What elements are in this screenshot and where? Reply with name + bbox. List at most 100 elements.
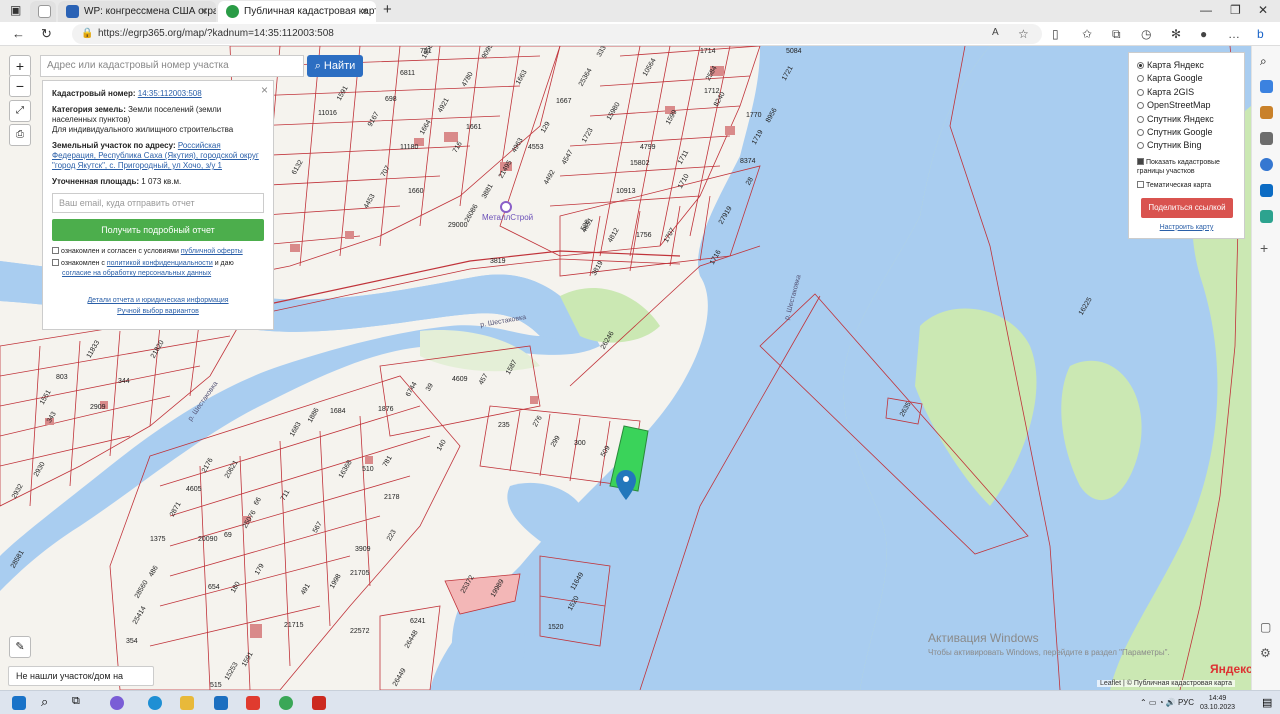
briefcase-icon[interactable] xyxy=(1260,106,1273,119)
plot-number-label[interactable]: 10913 xyxy=(616,188,635,195)
plot-number-label[interactable]: 15802 xyxy=(630,160,649,167)
plot-number-label[interactable]: 4609 xyxy=(452,376,468,383)
app-icon[interactable] xyxy=(110,696,124,710)
yandex-browser-icon[interactable] xyxy=(246,696,260,710)
share-link-button[interactable]: Поделиться ссылкой xyxy=(1141,197,1233,218)
zoom-out-button[interactable]: − xyxy=(9,75,31,97)
plot-number-label[interactable]: 8374 xyxy=(740,158,756,165)
get-report-button[interactable]: Получить подробный отчет xyxy=(52,219,264,241)
plot-number-label[interactable]: 1712 xyxy=(704,88,720,95)
plot-number-label[interactable]: 1660 xyxy=(408,188,424,195)
yandex-icon[interactable] xyxy=(312,696,326,710)
tag-icon[interactable] xyxy=(1260,80,1273,93)
plot-number-label[interactable]: 300 xyxy=(574,440,586,447)
radio-icon[interactable] xyxy=(1137,102,1144,110)
sidebar-layout-icon[interactable]: ▢ xyxy=(1260,620,1271,634)
plot-number-label[interactable]: 29000 xyxy=(448,222,467,229)
search-icon[interactable]: ⌕ xyxy=(1260,54,1267,69)
plot-number-label[interactable]: 1770 xyxy=(746,112,762,119)
plot-number-label[interactable]: 69 xyxy=(224,532,232,539)
plot-number-label[interactable]: 21715 xyxy=(284,622,303,629)
minimize-icon[interactable]: — xyxy=(1200,3,1212,17)
plot-number-label[interactable]: 1520 xyxy=(548,624,564,631)
tab-wp[interactable]: WP: конгрессмена США ограбі × xyxy=(58,1,216,22)
find-button[interactable]: ⌕ Найти xyxy=(307,55,363,77)
cadastral-map[interactable]: 751 9095 333 5084 10564 2584 1714 1721 1591 6811 4… xyxy=(0,46,1251,690)
plot-number-label[interactable]: 1667 xyxy=(556,98,572,105)
plot-number-label[interactable]: 1684 xyxy=(330,408,346,415)
chrome-icon[interactable] xyxy=(279,696,293,710)
layer-option[interactable]: Карта Яндекс xyxy=(1137,59,1236,72)
plot-number-label[interactable]: 2909 xyxy=(90,404,106,411)
refresh-icon[interactable]: ↻ xyxy=(41,26,52,42)
plot-number-label[interactable]: 654 xyxy=(208,584,220,591)
split-screen-icon[interactable]: ▯ xyxy=(1052,27,1059,41)
favorite-star-icon[interactable]: ☆ xyxy=(1018,27,1029,41)
poi-label[interactable]: МеталлСтрой xyxy=(482,213,533,222)
plot-number-label[interactable]: 20090 xyxy=(198,536,217,543)
thematic-checkbox[interactable] xyxy=(1137,180,1144,188)
system-tray[interactable]: ⌃ ▭ ◔ 🔊 РУС xyxy=(1140,698,1194,707)
radio-icon[interactable] xyxy=(1137,142,1144,150)
edge-icon[interactable] xyxy=(148,696,162,710)
add-icon[interactable]: + xyxy=(1260,240,1268,256)
new-tab-button[interactable]: + xyxy=(383,1,392,18)
edit-pencil-icon[interactable]: ✎ xyxy=(9,636,31,658)
back-icon[interactable]: ← xyxy=(12,26,25,41)
plot-number-label[interactable]: 354 xyxy=(126,638,138,645)
maximize-icon[interactable]: ❐ xyxy=(1230,3,1241,17)
plot-number-label[interactable]: 3819 xyxy=(490,258,506,265)
show-borders-checkbox[interactable] xyxy=(1137,157,1144,165)
notifications-icon[interactable]: ▤ xyxy=(1262,696,1272,709)
layer-option[interactable]: Спутник Яндекс xyxy=(1137,113,1236,126)
plot-number-label[interactable]: 22572 xyxy=(350,628,369,635)
windows-start-icon[interactable] xyxy=(12,696,26,710)
report-details-link[interactable]: Детали отчета и юридическая информация xyxy=(52,295,264,306)
tab-blank[interactable] xyxy=(30,1,56,22)
plot-number-label[interactable]: 6241 xyxy=(410,618,426,625)
plot-number-label[interactable]: 1661 xyxy=(466,124,482,131)
more-options-icon[interactable]: … xyxy=(1228,27,1240,41)
plot-number-label[interactable]: 3909 xyxy=(355,546,371,553)
layer-option[interactable]: Спутник Google xyxy=(1137,126,1236,139)
privacy-checkbox[interactable] xyxy=(52,259,59,266)
map-attribution[interactable]: Leaflet | © Публичная кадастровая карта xyxy=(1097,680,1235,687)
radio-icon[interactable] xyxy=(1137,75,1144,83)
plot-number-label[interactable]: 1756 xyxy=(636,232,652,239)
settings-icon[interactable]: ⚙ xyxy=(1260,646,1271,660)
language-indicator[interactable]: РУС xyxy=(1178,698,1194,707)
radio-icon[interactable] xyxy=(1137,88,1144,96)
plot-number-label[interactable]: 21705 xyxy=(350,570,369,577)
plot-number-label[interactable]: 510 xyxy=(362,466,374,473)
offer-link[interactable]: публичной оферты xyxy=(181,248,243,255)
file-explorer-icon[interactable] xyxy=(180,696,194,710)
plot-number-label[interactable]: 4799 xyxy=(640,144,656,151)
plot-number-label[interactable]: 1375 xyxy=(150,536,166,543)
layer-option[interactable]: Карта Google xyxy=(1137,72,1236,85)
history-icon[interactable]: ◷ xyxy=(1141,27,1151,41)
plot-number-label[interactable]: 235 xyxy=(498,422,510,429)
plot-number-label[interactable]: 2178 xyxy=(384,494,400,501)
bing-icon[interactable]: b xyxy=(1257,27,1264,41)
plot-number-label[interactable]: 4605 xyxy=(186,486,202,493)
close-tab-icon[interactable]: × xyxy=(201,1,208,22)
plot-number-label[interactable]: 344 xyxy=(118,378,130,385)
url-field[interactable]: 🔒 https://egrp365.org/map/?kadnum=14:35:… xyxy=(72,24,1042,44)
plot-number-label[interactable]: 11016 xyxy=(318,110,337,117)
personal-data-link[interactable]: согласие на обработку персональных данны… xyxy=(62,270,211,277)
plot-number-label[interactable]: 1876 xyxy=(378,406,394,413)
chess-icon[interactable] xyxy=(1260,132,1273,145)
plot-number-label[interactable]: 5084 xyxy=(786,48,802,55)
thematic-row[interactable]: Тематическая карта xyxy=(1137,180,1236,190)
close-window-icon[interactable]: ✕ xyxy=(1258,3,1268,17)
layer-option[interactable]: Карта 2GIS xyxy=(1137,86,1236,99)
plot-number-label[interactable]: 803 xyxy=(56,374,68,381)
not-found-button[interactable]: Не нашли участок/дом на карте? xyxy=(8,666,154,690)
favorites-icon[interactable]: ✩ xyxy=(1082,27,1092,41)
manual-choice-link[interactable]: Ручной выбор вариантов xyxy=(52,306,264,317)
send-icon[interactable] xyxy=(1260,210,1273,223)
plot-number-label[interactable]: 6811 xyxy=(400,70,415,77)
plot-number-label[interactable]: 1714 xyxy=(700,48,716,55)
task-view-icon[interactable]: ⧉ xyxy=(72,695,80,708)
radio-icon[interactable] xyxy=(1137,129,1144,137)
